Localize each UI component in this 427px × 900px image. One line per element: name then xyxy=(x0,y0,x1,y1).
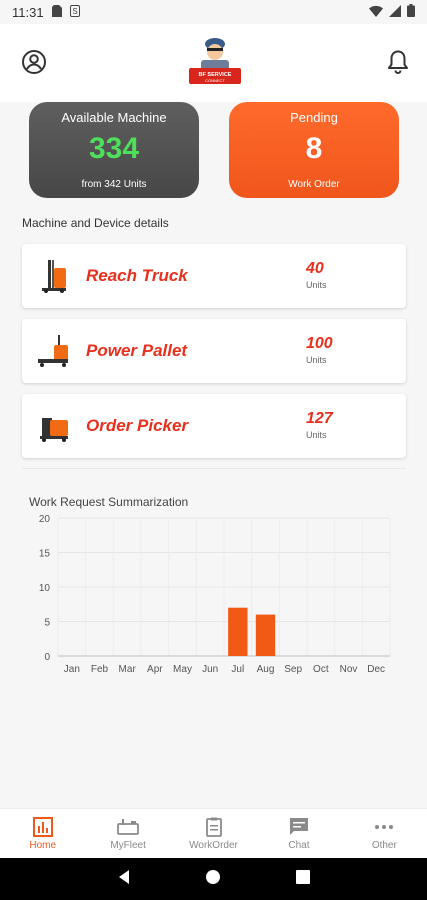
machine-count: 127 xyxy=(306,410,333,427)
mechanic-logo-icon: BF SERVICE CONNECT xyxy=(189,38,241,84)
power-pallet-icon xyxy=(36,333,72,369)
section-label: Machine and Device details xyxy=(22,216,169,230)
svg-text:S: S xyxy=(72,7,77,16)
chart-title: Work Request Summarization xyxy=(29,495,189,509)
machine-name: Order Picker xyxy=(86,416,189,435)
pending-card-sub: Work Order xyxy=(288,179,340,190)
nav-myfleet-label: MyFleet xyxy=(110,840,146,851)
machine-count: 100 xyxy=(306,335,333,352)
back-icon[interactable] xyxy=(117,869,131,890)
nav-workorder[interactable]: WorkOrder xyxy=(171,809,256,858)
bell-icon xyxy=(388,50,408,74)
nav-chat[interactable]: Chat xyxy=(256,809,341,858)
home-chart-icon xyxy=(32,816,53,838)
recents-square-icon[interactable] xyxy=(295,869,310,889)
y-tick-label: 20 xyxy=(39,514,51,525)
machine-unit: Units xyxy=(306,430,327,440)
x-tick-label: Aug xyxy=(257,664,275,675)
pending-card[interactable]: Pending 8 Work Order xyxy=(229,102,399,198)
nav-chat-label: Chat xyxy=(288,840,310,851)
battery-icon xyxy=(407,4,415,20)
available-card-sub: from 342 Units xyxy=(81,179,147,190)
signal-icon xyxy=(389,4,401,20)
machine-row-reach-truck[interactable]: Reach Truck 40 Units xyxy=(22,244,406,308)
order-picker-icon xyxy=(36,408,72,444)
x-tick-label: Sep xyxy=(284,664,302,675)
home-circle-icon[interactable] xyxy=(205,869,221,890)
x-tick-label: Feb xyxy=(91,664,109,675)
available-card-title: Available Machine xyxy=(61,110,167,125)
nav-other-label: Other xyxy=(371,840,397,851)
nav-home[interactable]: Home xyxy=(0,809,85,858)
status-time: 11:31 xyxy=(12,4,44,20)
reach-truck-icon xyxy=(36,258,72,294)
x-tick-label: May xyxy=(173,664,192,675)
profile-button[interactable] xyxy=(20,48,48,76)
svg-text:CONNECT: CONNECT xyxy=(205,78,225,83)
nav-myfleet[interactable]: MyFleet xyxy=(85,809,170,858)
machine-name: Power Pallet xyxy=(86,341,188,360)
bar-aug xyxy=(255,614,276,656)
bottom-nav: Home MyFleet WorkOrder Chat Other xyxy=(0,808,427,858)
machine-count: 40 xyxy=(306,260,324,277)
user-circle-icon xyxy=(22,50,46,74)
available-card-value: 334 xyxy=(88,132,140,165)
x-tick-label: Oct xyxy=(313,664,329,675)
nav-other[interactable]: Other xyxy=(342,809,427,858)
x-tick-label: Mar xyxy=(119,664,137,675)
app-s-icon: S xyxy=(69,4,80,20)
sim-card-icon xyxy=(51,4,62,20)
notifications-button[interactable] xyxy=(384,48,412,76)
chat-icon xyxy=(289,816,309,838)
y-tick-label: 15 xyxy=(39,549,51,560)
brand-logo: BF SERVICE CONNECT xyxy=(187,34,243,92)
bar-jul xyxy=(228,607,248,656)
system-nav-bar xyxy=(0,858,427,900)
machine-unit: Units xyxy=(306,355,327,365)
app-header: BF SERVICE CONNECT xyxy=(0,24,427,102)
machine-name: Reach Truck xyxy=(86,266,188,285)
more-icon xyxy=(374,816,394,838)
y-tick-label: 10 xyxy=(39,583,51,594)
x-tick-label: Nov xyxy=(340,664,358,675)
x-tick-label: Apr xyxy=(147,664,163,675)
available-machine-card[interactable]: Available Machine 334 from 342 Units xyxy=(29,102,199,198)
divider xyxy=(22,468,406,469)
x-tick-label: Jan xyxy=(64,664,80,675)
wifi-icon xyxy=(369,5,383,20)
pending-card-value: 8 xyxy=(305,132,323,165)
pending-card-title: Pending xyxy=(290,110,338,125)
nav-workorder-label: WorkOrder xyxy=(189,840,238,851)
fleet-icon xyxy=(117,816,140,838)
x-tick-label: Dec xyxy=(367,664,385,675)
machine-unit: Units xyxy=(306,280,327,290)
work-request-chart: 0 5 10 15 20 Jan Feb Mar Apr May Jun Jul Aug Sep Oct No… xyxy=(39,514,391,675)
machine-row-power-pallet[interactable]: Power Pallet 100 Units xyxy=(22,319,406,383)
status-bar: 11:31 S xyxy=(0,0,427,24)
x-tick-label: Jun xyxy=(202,664,218,675)
y-tick-label: 0 xyxy=(44,652,50,663)
x-tick-label: Jul xyxy=(231,664,244,675)
nav-home-label: Home xyxy=(29,840,57,851)
y-tick-label: 5 xyxy=(44,618,50,629)
clipboard-icon xyxy=(205,816,222,838)
machine-row-order-picker[interactable]: Order Picker 127 Units xyxy=(22,394,406,458)
